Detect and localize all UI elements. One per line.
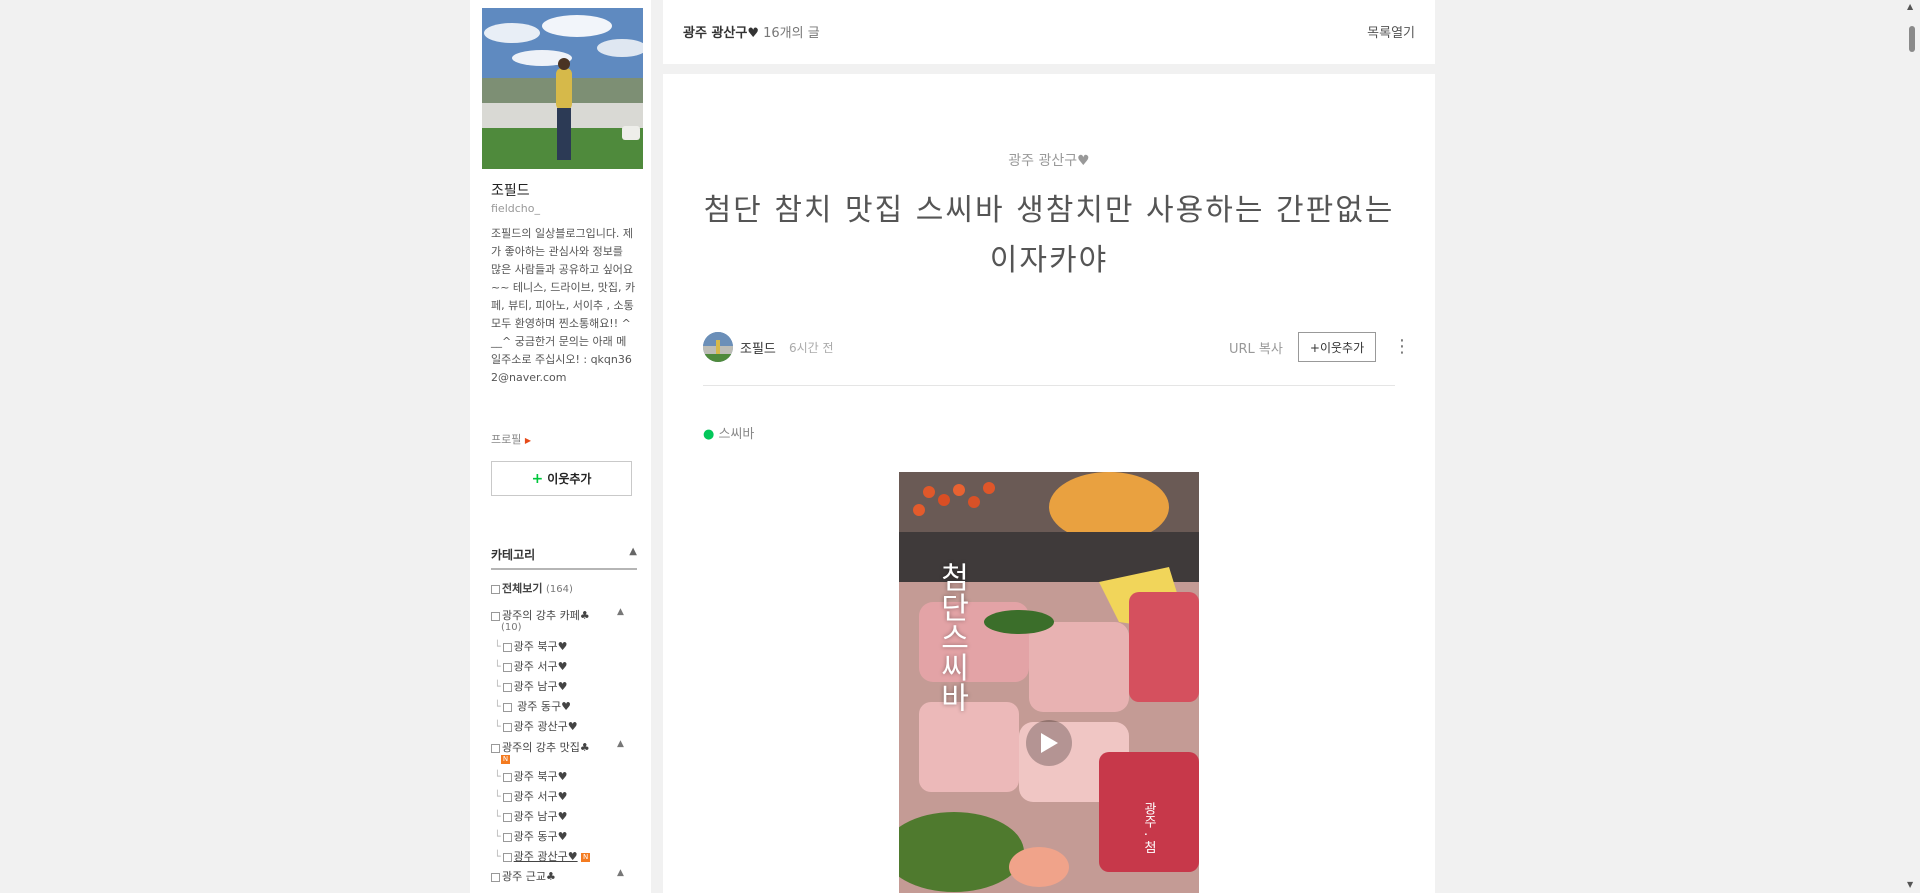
place-name: 스씨바 bbox=[718, 427, 755, 442]
category-count: (10) bbox=[501, 622, 522, 633]
author-name[interactable]: 조필드 bbox=[740, 338, 776, 357]
category-icon bbox=[502, 702, 512, 712]
category-item[interactable]: └ 광주 북구♥ bbox=[494, 638, 567, 654]
category-item[interactable]: └ 광주 동구♥ bbox=[494, 828, 567, 844]
category-title: 카테고리 bbox=[491, 548, 536, 562]
category-icon bbox=[502, 812, 512, 822]
add-neighbor-button[interactable]: +이웃추가 bbox=[1298, 332, 1376, 362]
category-item[interactable]: └ 광주 동구♥ bbox=[494, 698, 571, 714]
profile-link[interactable]: 프로필 ▶ bbox=[491, 431, 531, 447]
tree-branch-icon: └ bbox=[494, 790, 501, 803]
chevron-up-icon[interactable]: ▲ bbox=[617, 607, 624, 617]
post-title: 첨단 참치 맛집 스씨바 생참치만 사용하는 간판없는 이자카야 bbox=[703, 193, 1395, 278]
category-suburb[interactable]: 광주 근교♣ ▲ bbox=[491, 868, 624, 884]
post-list-bar: 광주 광산구♥ 16개의 글 목록열기 bbox=[663, 0, 1435, 64]
video-overlay-text: 첨단스씨바 bbox=[934, 562, 969, 712]
chevron-up-icon[interactable]: ▲ bbox=[617, 739, 624, 749]
current-category[interactable]: 광주 광산구♥ 16개의 글 bbox=[683, 22, 820, 41]
new-badge: N bbox=[581, 852, 591, 862]
play-icon[interactable] bbox=[1026, 720, 1072, 766]
more-options-icon[interactable]: ⋮ bbox=[1393, 333, 1411, 361]
author-avatar[interactable] bbox=[703, 332, 733, 362]
category-item[interactable]: └ 광주 서구♥ bbox=[494, 658, 567, 674]
blog-intro: 조필드의 일상블로그입니다. 제가 좋아하는 관심사와 정보를 많은 사람들과 … bbox=[491, 227, 636, 384]
profile-photo[interactable] bbox=[482, 8, 643, 169]
category-item[interactable]: └ 광주 남구♥ bbox=[494, 808, 567, 824]
category-icon bbox=[502, 792, 512, 802]
tree-branch-icon: └ bbox=[494, 810, 501, 823]
category-all[interactable]: 전체보기 (164) bbox=[491, 580, 573, 596]
category-label: 전체보기 bbox=[502, 582, 543, 595]
category-label: 광주 북구♥ bbox=[513, 640, 568, 653]
category-label: 광주 광산구♥ bbox=[513, 850, 578, 863]
tree-branch-icon: └ bbox=[494, 850, 501, 863]
tree-branch-icon: └ bbox=[494, 720, 501, 733]
scroll-down-icon[interactable]: ▼ bbox=[1907, 880, 1913, 889]
category-label: 광주 북구♥ bbox=[513, 770, 568, 783]
category-item[interactable]: └ 광주 북구♥ bbox=[494, 768, 567, 784]
blog-nickname[interactable]: 조필드 bbox=[491, 180, 530, 200]
tree-branch-icon: └ bbox=[494, 700, 501, 713]
map-pin-icon: ● bbox=[703, 427, 715, 442]
divider bbox=[703, 385, 1395, 386]
category-icon bbox=[491, 611, 500, 621]
blog-id: fieldcho_ bbox=[491, 202, 540, 215]
category-item-selected[interactable]: └ 광주 광산구♥ N bbox=[494, 848, 591, 864]
category-icon bbox=[491, 584, 500, 594]
new-badge: N bbox=[501, 754, 510, 764]
category-icon bbox=[502, 662, 512, 672]
chevron-up-icon[interactable]: ▲ bbox=[617, 868, 624, 878]
category-label: 광주 남구♥ bbox=[513, 810, 568, 823]
video-player[interactable]: 첨단스씨바 광주 . 첨 bbox=[899, 472, 1199, 893]
plus-icon: + bbox=[531, 470, 544, 487]
category-header[interactable]: 카테고리 ▲ bbox=[491, 546, 637, 570]
url-copy-button[interactable]: URL 복사 bbox=[1229, 338, 1283, 357]
category-icon bbox=[502, 772, 512, 782]
category-icon bbox=[502, 832, 512, 842]
tree-branch-icon: └ bbox=[494, 830, 501, 843]
category-label: 광주 근교♣ bbox=[502, 870, 556, 883]
category-icon bbox=[502, 642, 512, 652]
open-list-button[interactable]: 목록열기 bbox=[1367, 22, 1415, 41]
post-category[interactable]: 광주 광산구♥ bbox=[663, 150, 1435, 170]
category-label: 광주 남구♥ bbox=[513, 680, 568, 693]
post-container: 광주 광산구♥ 첨단 참치 맛집 스씨바 생참치만 사용하는 간판없는 이자카야… bbox=[663, 74, 1435, 893]
category-label: 광주의 강추 맛집♣ bbox=[502, 741, 590, 754]
tree-branch-icon: └ bbox=[494, 640, 501, 653]
category-label: 광주 서구♥ bbox=[513, 790, 568, 803]
category-label: 광주 동구♥ bbox=[513, 830, 568, 843]
category-icon bbox=[502, 722, 512, 732]
category-icon bbox=[502, 852, 512, 862]
category-name: 광주 광산구♥ bbox=[683, 26, 759, 41]
category-label: 광주 동구♥ bbox=[513, 700, 571, 713]
category-label: 광주 서구♥ bbox=[513, 660, 568, 673]
scroll-up-icon[interactable]: ▲ bbox=[1907, 2, 1913, 11]
category-icon bbox=[502, 682, 512, 692]
category-item[interactable]: └ 광주 광산구♥ bbox=[494, 718, 578, 734]
chevron-up-icon[interactable]: ▲ bbox=[629, 546, 637, 557]
profile-link-label: 프로필 bbox=[491, 433, 522, 446]
category-count: (164) bbox=[545, 584, 573, 595]
category-item[interactable]: └ 광주 남구♥ bbox=[494, 678, 567, 694]
new-badge-row: N bbox=[501, 752, 510, 765]
tree-branch-icon: └ bbox=[494, 770, 501, 783]
category-icon bbox=[491, 743, 500, 753]
profile-sidebar: 조필드 fieldcho_ 조필드의 일상블로그입니다. 제가 좋아하는 관심사… bbox=[470, 0, 651, 893]
tree-branch-icon: └ bbox=[494, 680, 501, 693]
tree-branch-icon: └ bbox=[494, 660, 501, 673]
post-count: 16개의 글 bbox=[763, 26, 820, 41]
add-neighbor-button[interactable]: + 이웃추가 bbox=[491, 461, 632, 496]
category-cafe-count: (10) bbox=[501, 620, 522, 633]
category-label: 광주 광산구♥ bbox=[513, 720, 578, 733]
category-item[interactable]: └ 광주 서구♥ bbox=[494, 788, 567, 804]
triangle-right-icon: ▶ bbox=[524, 436, 532, 445]
scrollbar-thumb[interactable] bbox=[1909, 26, 1915, 52]
place-link[interactable]: ● 스씨바 bbox=[703, 423, 754, 442]
post-time: 6시간 전 bbox=[789, 341, 834, 355]
page-scrollbar[interactable]: ▲ ▼ bbox=[1904, 0, 1920, 893]
video-side-text: 광주 . 첨 bbox=[1141, 802, 1156, 854]
add-neighbor-label: 이웃추가 bbox=[547, 472, 592, 486]
category-icon bbox=[491, 872, 500, 882]
